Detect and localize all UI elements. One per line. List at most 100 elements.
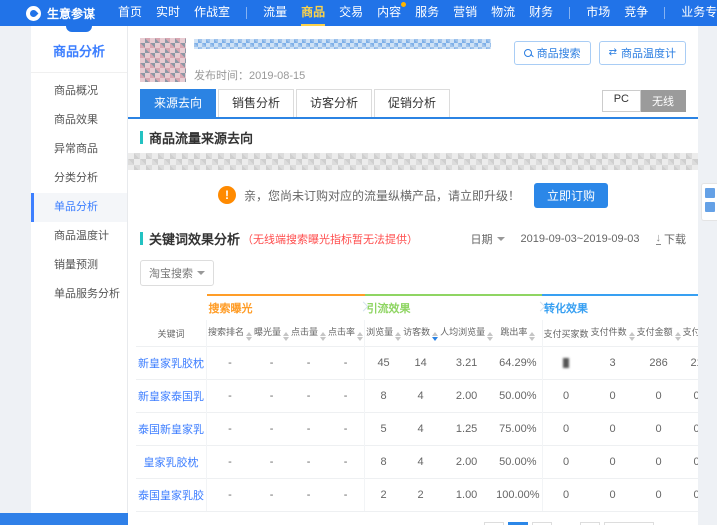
nav-item-业务专区[interactable]: 业务专区 xyxy=(681,0,717,26)
col-支付转化率[interactable]: 支付转化率 xyxy=(682,320,698,347)
sidebar-item-分类分析[interactable]: 分类分析 xyxy=(31,164,127,193)
nav-divider xyxy=(246,7,248,19)
col-曝光量[interactable]: 曝光量 xyxy=(253,320,290,347)
cell: - xyxy=(206,412,254,446)
sidebar-collapse-handle[interactable] xyxy=(66,26,92,32)
tab-销售分析[interactable]: 销售分析 xyxy=(218,89,295,117)
sidebar-item-商品效果[interactable]: 商品效果 xyxy=(31,106,127,135)
tab-促销分析[interactable]: 促销分析 xyxy=(374,89,451,117)
nav-item-市场[interactable]: 市场 xyxy=(586,0,610,26)
col-支付件数[interactable]: 支付件数 xyxy=(590,320,636,347)
tab-访客分析[interactable]: 访客分析 xyxy=(296,89,373,117)
sidebar-item-商品概况[interactable]: 商品概况 xyxy=(31,77,127,106)
nav-item-流量[interactable]: 流量 xyxy=(263,0,287,26)
cell: 3 xyxy=(589,346,636,380)
cell: 0 xyxy=(541,445,590,479)
col-人均浏览量[interactable]: 人均浏览量 xyxy=(439,320,494,347)
nav-item-营销[interactable]: 营销 xyxy=(453,0,477,26)
tab-来源去向[interactable]: 来源去向 xyxy=(140,89,217,117)
sort-icon xyxy=(674,332,681,341)
cell: - xyxy=(290,478,328,512)
cell: 0.00% xyxy=(681,445,698,479)
section-bar xyxy=(140,232,143,245)
nav-item-实时[interactable]: 实时 xyxy=(156,0,180,26)
col-点击量[interactable]: 点击量 xyxy=(290,320,327,347)
col-label: 访客数 xyxy=(403,327,431,337)
col-点击率[interactable]: 点击率 xyxy=(327,320,365,347)
nav-item-作战室[interactable]: 作战室 xyxy=(194,0,230,26)
sort-icon xyxy=(395,332,402,341)
nav-item-商品[interactable]: 商品 xyxy=(301,0,326,26)
table-row: 泰国新皇家乳----541.2575.00%0000.00% xyxy=(136,412,698,446)
nav-item-物流[interactable]: 物流 xyxy=(491,0,515,26)
sort-down-icon xyxy=(320,337,327,341)
sort-down-icon xyxy=(357,337,364,341)
cell: 0 xyxy=(635,412,682,446)
download-button[interactable]: ↓ 下载 xyxy=(655,231,686,247)
product-image-censored xyxy=(140,38,186,82)
商品温度计-button[interactable]: ⇄ 商品温度计 xyxy=(598,41,686,65)
cell: 0 xyxy=(541,379,590,413)
col-支付金额[interactable]: 支付金额 xyxy=(636,320,682,347)
col-label: 曝光量 xyxy=(254,327,282,337)
col-label: 浏览量 xyxy=(366,327,394,337)
group-header-row: 搜索曝光 引流效果 转化效果 xyxy=(136,294,698,320)
sidebar-item-销量预测[interactable]: 销量预测 xyxy=(31,251,127,280)
keyword-link[interactable]: 皇家乳胶枕 xyxy=(136,445,207,479)
chevron-down-icon xyxy=(496,236,505,245)
sidebar-item-单品分析[interactable]: 单品分析 xyxy=(31,193,127,222)
cell: 2 xyxy=(364,478,403,512)
col-label: 搜索排名 xyxy=(208,327,245,337)
sidebar-item-单品服务分析[interactable]: 单品服务分析 xyxy=(31,280,127,309)
date-dropdown[interactable]: 日期 xyxy=(471,231,505,247)
select-value: 淘宝搜索 xyxy=(149,268,193,280)
search-source-select[interactable]: 淘宝搜索 xyxy=(140,260,214,286)
cell: 5 xyxy=(364,412,403,446)
keyword-link[interactable]: 泰国新皇家乳 xyxy=(136,412,207,446)
nav-item-竞争[interactable]: 竞争 xyxy=(624,0,648,26)
nav-item-服务[interactable]: 服务 xyxy=(415,0,439,26)
order-now-button[interactable]: 立即订购 xyxy=(534,182,609,208)
product-title-censored xyxy=(194,39,492,49)
sidebar-menu: 商品概况 商品效果 异常商品 分类分析 单品分析 商品温度计 销量预测 单品服务分析 xyxy=(31,73,127,309)
nav-item-内容[interactable]: 内容 xyxy=(377,0,407,26)
sidebar-bottom-bar[interactable] xyxy=(0,513,128,525)
col-访客数[interactable]: 访客数 xyxy=(402,320,439,347)
side-float-widget[interactable] xyxy=(701,183,717,221)
cell: 21.43% xyxy=(681,346,698,380)
sidebar-item-异常商品[interactable]: 异常商品 xyxy=(31,135,127,164)
group-label: 搜索曝光 xyxy=(208,303,253,315)
cell: 4 xyxy=(402,445,440,479)
download-icon: ↓ xyxy=(655,231,661,245)
sort-icon xyxy=(529,332,536,341)
cell: - xyxy=(206,478,254,512)
cell: 4 xyxy=(402,379,440,413)
brand-name[interactable]: 生意参谋 xyxy=(47,5,95,22)
keyword-link[interactable]: 新皇家泰国乳 xyxy=(136,379,207,413)
product-header: 发布时间：2019-08-15 商品搜索 ⇄ 商品温度计 xyxy=(128,26,698,87)
keyword-link[interactable]: 泰国皇家乳胶 xyxy=(136,478,207,512)
nav-item-财务[interactable]: 财务 xyxy=(529,0,553,26)
device-option-PC[interactable]: PC xyxy=(601,90,641,112)
sycm-logo-icon xyxy=(26,5,41,21)
cell: - xyxy=(253,412,291,446)
nav-item-交易[interactable]: 交易 xyxy=(339,0,363,26)
col-浏览量[interactable]: 浏览量 xyxy=(364,320,403,347)
flow-section-header: 商品流量来源去向 xyxy=(128,119,698,153)
col-跳出率[interactable]: 跳出率 xyxy=(494,320,542,347)
cell: 1.25 xyxy=(439,412,495,446)
nav-item-首页[interactable]: 首页 xyxy=(118,0,142,26)
cell: 0 xyxy=(635,379,682,413)
cell: 286 xyxy=(635,346,682,380)
keyword-link[interactable]: 新皇家乳胶枕 xyxy=(136,346,207,380)
table-row: 新皇家乳胶枕----45143.2164.29%328621.43% xyxy=(136,346,698,380)
cell: 3.21 xyxy=(439,346,495,380)
col-搜索排名[interactable]: 搜索排名 xyxy=(206,320,254,347)
sidebar-item-商品温度计[interactable]: 商品温度计 xyxy=(31,222,127,251)
cell: - xyxy=(327,379,365,413)
column-header-row: 关键词 搜索排名 曝光量 点击量 点击率 浏览量 访客数 人均浏览量 跳出率 支付买家数 支付件数支… xyxy=(136,320,698,347)
sort-down-icon xyxy=(283,337,290,341)
device-option-无线[interactable]: 无线 xyxy=(641,90,686,112)
商品搜索-button[interactable]: 商品搜索 xyxy=(513,41,591,65)
nav-divider xyxy=(569,7,571,19)
